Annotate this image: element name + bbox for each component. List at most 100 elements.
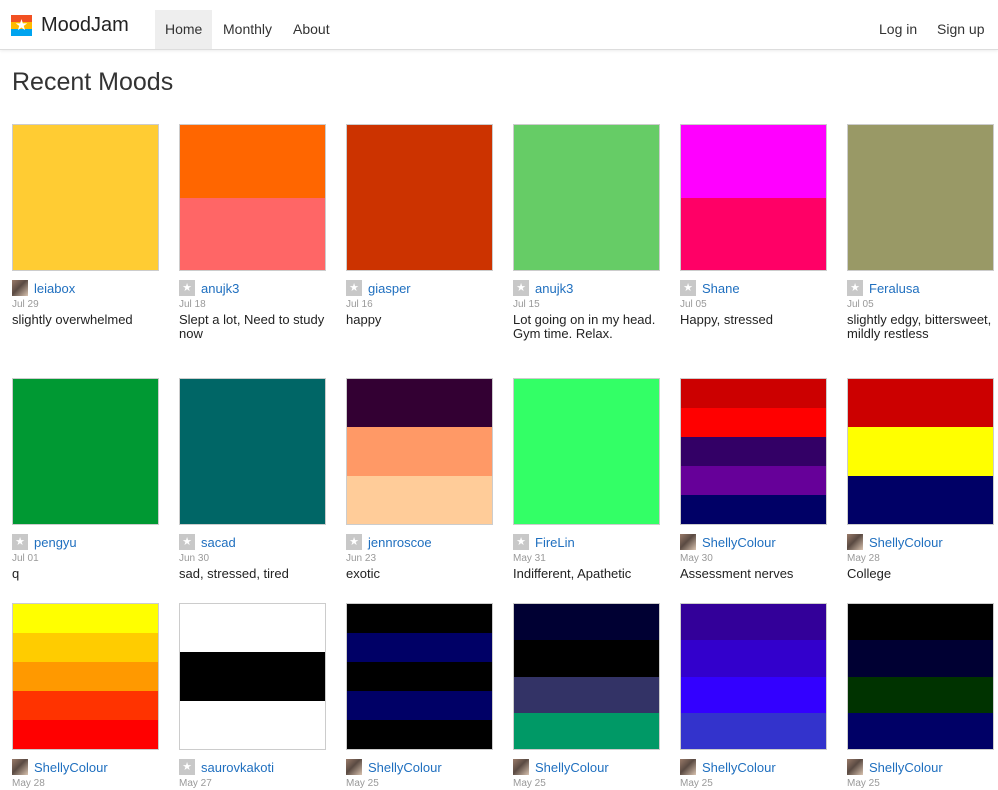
avatar[interactable] [346, 759, 362, 775]
mood-swatch[interactable] [346, 378, 493, 525]
mood-color-band [347, 427, 492, 476]
mood-card[interactable]: ★ jennroscoe Jun 23 exotic [346, 378, 493, 581]
avatar[interactable] [680, 534, 696, 550]
mood-card[interactable]: ★ Feralusa Jul 05 slightly edgy, bitterswee… [847, 124, 994, 341]
mood-date: Jul 18 [179, 299, 206, 310]
mood-card[interactable]: ★ anujk3 Jul 15 Lot going on in my head. Gy… [513, 124, 660, 341]
mood-card[interactable]: ShellyColour May 25 [847, 603, 994, 790]
mood-user-row: ★ giasper [346, 280, 493, 296]
mood-swatch[interactable] [680, 124, 827, 271]
mood-card[interactable]: ShellyColour May 28 [12, 603, 159, 790]
mood-card[interactable]: ★ pengyu Jul 01 q [12, 378, 159, 581]
mood-swatch[interactable] [346, 124, 493, 271]
avatar[interactable]: ★ [346, 280, 362, 296]
avatar[interactable]: ★ [179, 280, 195, 296]
mood-color-band [514, 676, 659, 713]
mood-swatch[interactable] [12, 124, 159, 271]
mood-user-row: ShellyColour [513, 759, 660, 775]
username-link[interactable]: ShellyColour [702, 535, 776, 550]
mood-swatch[interactable] [513, 378, 660, 525]
username-link[interactable]: ShellyColour [702, 760, 776, 775]
mood-swatch[interactable] [12, 378, 159, 525]
avatar[interactable]: ★ [179, 759, 195, 775]
mood-color-band [180, 604, 325, 653]
username-link[interactable]: ShellyColour [368, 760, 442, 775]
mood-swatch[interactable] [847, 124, 994, 271]
avatar[interactable] [847, 759, 863, 775]
mood-date: Jul 01 [12, 553, 39, 564]
mood-swatch[interactable] [12, 603, 159, 750]
mood-date: May 31 [513, 553, 546, 564]
mood-user-row: ShellyColour [847, 534, 994, 550]
username-link[interactable]: FireLin [535, 535, 575, 550]
page-title: Recent Moods [12, 68, 174, 96]
mood-card[interactable]: ShellyColour May 28 College [847, 378, 994, 581]
username-link[interactable]: Feralusa [869, 281, 920, 296]
brand[interactable]: ★ MoodJam [11, 11, 129, 39]
mood-color-band [514, 712, 659, 749]
mood-card[interactable]: ShellyColour May 25 [346, 603, 493, 790]
nav-monthly[interactable]: Monthly [213, 10, 282, 49]
username-link[interactable]: ShellyColour [869, 760, 943, 775]
avatar[interactable] [513, 759, 529, 775]
mood-date: May 25 [513, 778, 546, 789]
mood-card[interactable]: ShellyColour May 25 [680, 603, 827, 790]
avatar[interactable]: ★ [346, 534, 362, 550]
avatar[interactable]: ★ [12, 534, 28, 550]
mood-swatch[interactable] [346, 603, 493, 750]
username-link[interactable]: leiabox [34, 281, 75, 296]
mood-swatch[interactable] [179, 603, 326, 750]
username-link[interactable]: pengyu [34, 535, 77, 550]
avatar[interactable] [12, 280, 28, 296]
mood-swatch[interactable] [179, 124, 326, 271]
avatar[interactable]: ★ [847, 280, 863, 296]
mood-swatch[interactable] [179, 378, 326, 525]
nav-home[interactable]: Home [155, 10, 213, 49]
nav-sign-up[interactable]: Sign up [927, 10, 994, 49]
brand-name[interactable]: MoodJam [41, 14, 129, 37]
mood-color-band [848, 676, 993, 713]
mood-card[interactable]: ★ anujk3 Jul 18 Slept a lot, Need to study … [179, 124, 326, 341]
username-link[interactable]: anujk3 [535, 281, 573, 296]
mood-swatch[interactable] [847, 378, 994, 525]
username-link[interactable]: ShellyColour [869, 535, 943, 550]
username-link[interactable]: giasper [368, 281, 411, 296]
mood-date: May 30 [680, 553, 713, 564]
avatar[interactable] [12, 759, 28, 775]
mood-swatch[interactable] [680, 378, 827, 525]
mood-swatch[interactable] [513, 124, 660, 271]
username-link[interactable]: anujk3 [201, 281, 239, 296]
mood-card[interactable]: ★ sacad Jun 30 sad, stressed, tired [179, 378, 326, 581]
avatar[interactable]: ★ [179, 534, 195, 550]
mood-date: May 25 [680, 778, 713, 789]
username-link[interactable]: ShellyColour [535, 760, 609, 775]
nav-log-in[interactable]: Log in [869, 10, 927, 49]
username-link[interactable]: sacad [201, 535, 236, 550]
username-link[interactable]: ShellyColour [34, 760, 108, 775]
username-link[interactable]: saurovkakoti [201, 760, 274, 775]
mood-date: Jul 15 [513, 299, 540, 310]
username-link[interactable]: jennroscoe [368, 535, 432, 550]
mood-card[interactable]: ★ giasper Jul 16 happy [346, 124, 493, 327]
mood-swatch[interactable] [513, 603, 660, 750]
mood-card[interactable]: ★ Shane Jul 05 Happy, stressed [680, 124, 827, 327]
username-link[interactable]: Shane [702, 281, 740, 296]
mood-card[interactable]: ★ FireLin May 31 Indifferent, Apathetic [513, 378, 660, 581]
avatar[interactable] [847, 534, 863, 550]
mood-color-band [681, 408, 826, 437]
avatar[interactable]: ★ [513, 534, 529, 550]
mood-card[interactable]: ShellyColour May 25 [513, 603, 660, 790]
mood-card[interactable]: leiabox Jul 29 slightly overwhelmed [12, 124, 159, 327]
mood-color-band [180, 379, 325, 524]
mood-swatch[interactable] [847, 603, 994, 750]
avatar[interactable] [680, 759, 696, 775]
avatar[interactable]: ★ [513, 280, 529, 296]
mood-swatch[interactable] [680, 603, 827, 750]
mood-color-band [13, 633, 158, 662]
mood-color-band [13, 125, 158, 270]
mood-card[interactable]: ★ saurovkakoti May 27 [179, 603, 326, 790]
mood-card[interactable]: ShellyColour May 30 Assessment nerves [680, 378, 827, 581]
avatar[interactable]: ★ [680, 280, 696, 296]
mood-user-row: ShellyColour [12, 759, 159, 775]
nav-about[interactable]: About [283, 10, 340, 49]
